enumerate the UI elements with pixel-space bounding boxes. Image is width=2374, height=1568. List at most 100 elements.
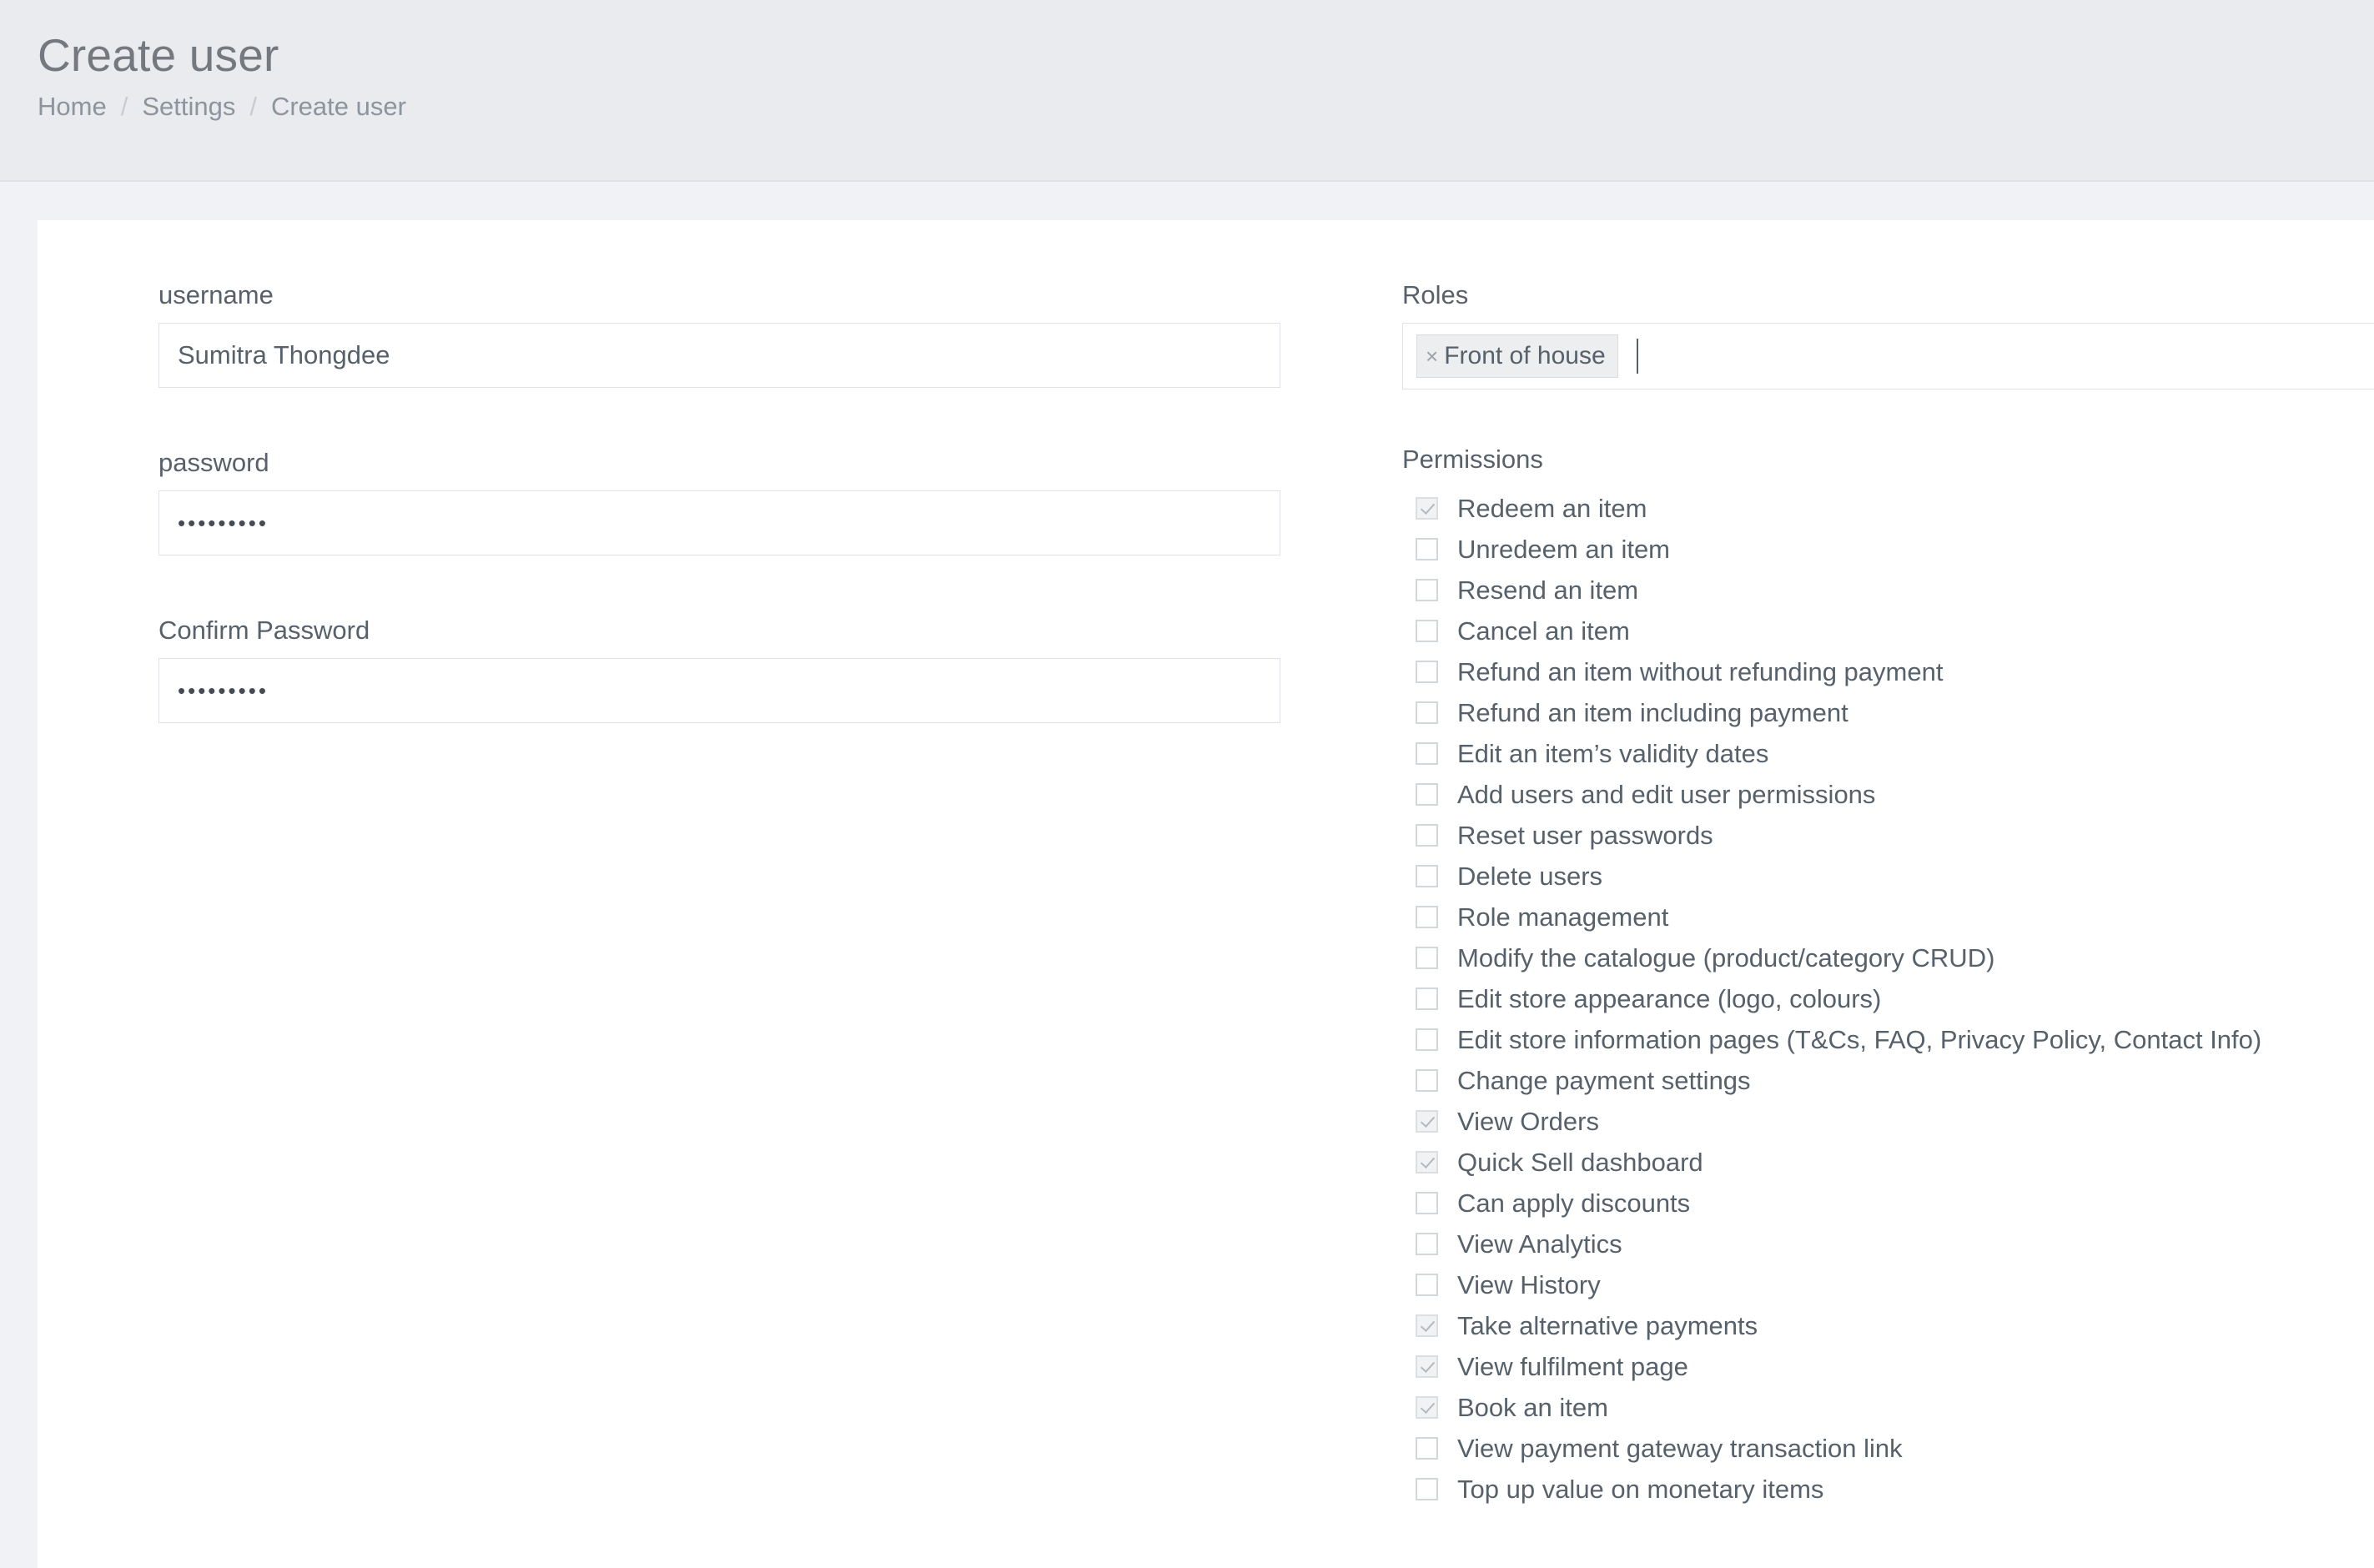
password-field-group: password ••••••••• [158, 448, 1305, 555]
permissions-label: Permissions [1402, 445, 1543, 474]
permission-row[interactable]: Edit store information pages (T&Cs, FAQ,… [1402, 1019, 2374, 1060]
checkbox-icon[interactable] [1416, 947, 1438, 969]
checkbox-icon[interactable] [1416, 1437, 1438, 1460]
permission-row[interactable]: Unredeem an item [1402, 529, 2374, 570]
permission-label: Delete users [1457, 862, 1603, 891]
permission-label: Role management [1457, 902, 1669, 932]
permission-row[interactable]: Refund an item including payment [1402, 692, 2374, 733]
username-field-group: username Sumitra Thongdee [158, 280, 1305, 388]
permission-label: Modify the catalogue (product/category C… [1457, 943, 1995, 972]
permission-label: Unredeem an item [1457, 535, 1671, 564]
permission-label: View payment gateway transaction link [1457, 1434, 1903, 1463]
permission-row[interactable]: Delete users [1402, 856, 2374, 897]
permission-label: Change payment settings [1457, 1066, 1751, 1095]
checkbox-checked-icon[interactable] [1416, 497, 1438, 520]
checkbox-icon[interactable] [1416, 1069, 1438, 1092]
permission-row[interactable]: Refund an item without refunding payment [1402, 651, 2374, 692]
permission-row[interactable]: Book an item [1402, 1387, 2374, 1428]
permission-row[interactable]: View History [1402, 1264, 2374, 1305]
form-right-column: Roles × Front of house Permissions Redeem… [1305, 280, 2374, 1510]
checkbox-checked-icon[interactable] [1416, 1355, 1438, 1378]
permission-label: View Analytics [1457, 1229, 1622, 1259]
password-label: password [158, 448, 269, 477]
checkbox-checked-icon[interactable] [1416, 1396, 1438, 1419]
permission-label: Edit store information pages (T&Cs, FAQ,… [1457, 1025, 2262, 1054]
form-left-column: username Sumitra Thongdee password •••••… [38, 280, 1305, 783]
checkbox-icon[interactable] [1416, 1233, 1438, 1255]
permission-label: Can apply discounts [1457, 1189, 1691, 1218]
confirm-password-label: Confirm Password [158, 616, 370, 645]
permission-row[interactable]: View Analytics [1402, 1224, 2374, 1264]
checkbox-icon[interactable] [1416, 865, 1438, 887]
permission-label: Take alternative payments [1457, 1311, 1758, 1340]
create-user-form-card: username Sumitra Thongdee password •••••… [38, 220, 2374, 1568]
permission-row[interactable]: Cancel an item [1402, 611, 2374, 651]
permission-label: Refund an item including payment [1457, 698, 1848, 727]
checkbox-icon[interactable] [1416, 1478, 1438, 1500]
permission-row[interactable]: View payment gateway transaction link [1402, 1428, 2374, 1469]
permission-row[interactable]: Change payment settings [1402, 1060, 2374, 1101]
permission-row[interactable]: Resend an item [1402, 570, 2374, 611]
roles-label: Roles [1402, 280, 1469, 309]
confirm-password-field-group: Confirm Password ••••••••• [158, 616, 1305, 723]
permission-row[interactable]: Reset user passwords [1402, 815, 2374, 856]
close-icon[interactable]: × [1426, 345, 1438, 367]
permission-row[interactable]: Role management [1402, 897, 2374, 937]
permission-label: Cancel an item [1457, 616, 1630, 646]
permission-label: Edit store appearance (logo, colours) [1457, 984, 1882, 1013]
username-label: username [158, 280, 274, 309]
checkbox-checked-icon[interactable] [1416, 1151, 1438, 1173]
permission-label: Add users and edit user permissions [1457, 780, 1876, 809]
permission-row[interactable]: View fulfilment page [1402, 1346, 2374, 1387]
permission-label: Top up value on monetary items [1457, 1475, 1824, 1504]
permission-row[interactable]: Take alternative payments [1402, 1305, 2374, 1346]
permission-label: Book an item [1457, 1393, 1608, 1422]
permission-row[interactable]: View Orders [1402, 1101, 2374, 1142]
checkbox-icon[interactable] [1416, 783, 1438, 806]
checkbox-icon[interactable] [1416, 538, 1438, 560]
permissions-section: Permissions Redeem an item Unredeem an it… [1402, 445, 2374, 1510]
permission-label: Edit an item’s validity dates [1457, 739, 1769, 768]
checkbox-icon[interactable] [1416, 579, 1438, 601]
confirm-password-input[interactable]: ••••••••• [158, 658, 1280, 723]
page-body: username Sumitra Thongdee password •••••… [0, 182, 2374, 1568]
permission-label: Resend an item [1457, 575, 1639, 605]
password-input[interactable]: ••••••••• [158, 490, 1280, 555]
checkbox-icon[interactable] [1416, 824, 1438, 847]
page-header: Create user Home / Settings / Create user [0, 0, 2374, 182]
roles-tag-input[interactable]: × Front of house [1402, 323, 2374, 389]
permission-row[interactable]: Top up value on monetary items [1402, 1469, 2374, 1510]
checkbox-icon[interactable] [1416, 742, 1438, 765]
permission-row[interactable]: Add users and edit user permissions [1402, 774, 2374, 815]
checkbox-icon[interactable] [1416, 620, 1438, 642]
permission-label: Redeem an item [1457, 494, 1647, 523]
breadcrumb-item-create-user: Create user [270, 91, 406, 121]
permission-row[interactable]: Can apply discounts [1402, 1183, 2374, 1224]
permission-label: Quick Sell dashboard [1457, 1148, 1703, 1177]
checkbox-icon[interactable] [1416, 988, 1438, 1010]
checkbox-icon[interactable] [1416, 906, 1438, 928]
permission-label: Reset user passwords [1457, 821, 1713, 850]
breadcrumb-item-home[interactable]: Home [38, 92, 107, 122]
checkbox-icon[interactable] [1416, 701, 1438, 724]
permissions-list: Redeem an item Unredeem an item Resend an … [1402, 488, 2374, 1510]
roles-field-group: Roles × Front of house [1402, 280, 2374, 389]
permission-label: View Orders [1457, 1107, 1599, 1136]
role-tag[interactable]: × Front of house [1416, 334, 1618, 378]
permission-row[interactable]: Modify the catalogue (product/category C… [1402, 937, 2374, 978]
checkbox-checked-icon[interactable] [1416, 1110, 1438, 1133]
permission-label: Refund an item without refunding payment [1457, 657, 1944, 686]
checkbox-icon[interactable] [1416, 1028, 1438, 1051]
checkbox-icon[interactable] [1416, 661, 1438, 683]
permission-row[interactable]: Edit store appearance (logo, colours) [1402, 978, 2374, 1019]
permission-row[interactable]: Edit an item’s validity dates [1402, 733, 2374, 774]
permission-row[interactable]: Quick Sell dashboard [1402, 1142, 2374, 1183]
checkbox-icon[interactable] [1416, 1274, 1438, 1296]
checkbox-checked-icon[interactable] [1416, 1314, 1438, 1337]
username-input[interactable]: Sumitra Thongdee [158, 323, 1280, 388]
text-caret [1636, 339, 1638, 374]
permission-row[interactable]: Redeem an item [1402, 488, 2374, 529]
breadcrumb-item-settings[interactable]: Settings [142, 92, 235, 122]
page-title: Create user [38, 29, 279, 81]
checkbox-icon[interactable] [1416, 1192, 1438, 1214]
